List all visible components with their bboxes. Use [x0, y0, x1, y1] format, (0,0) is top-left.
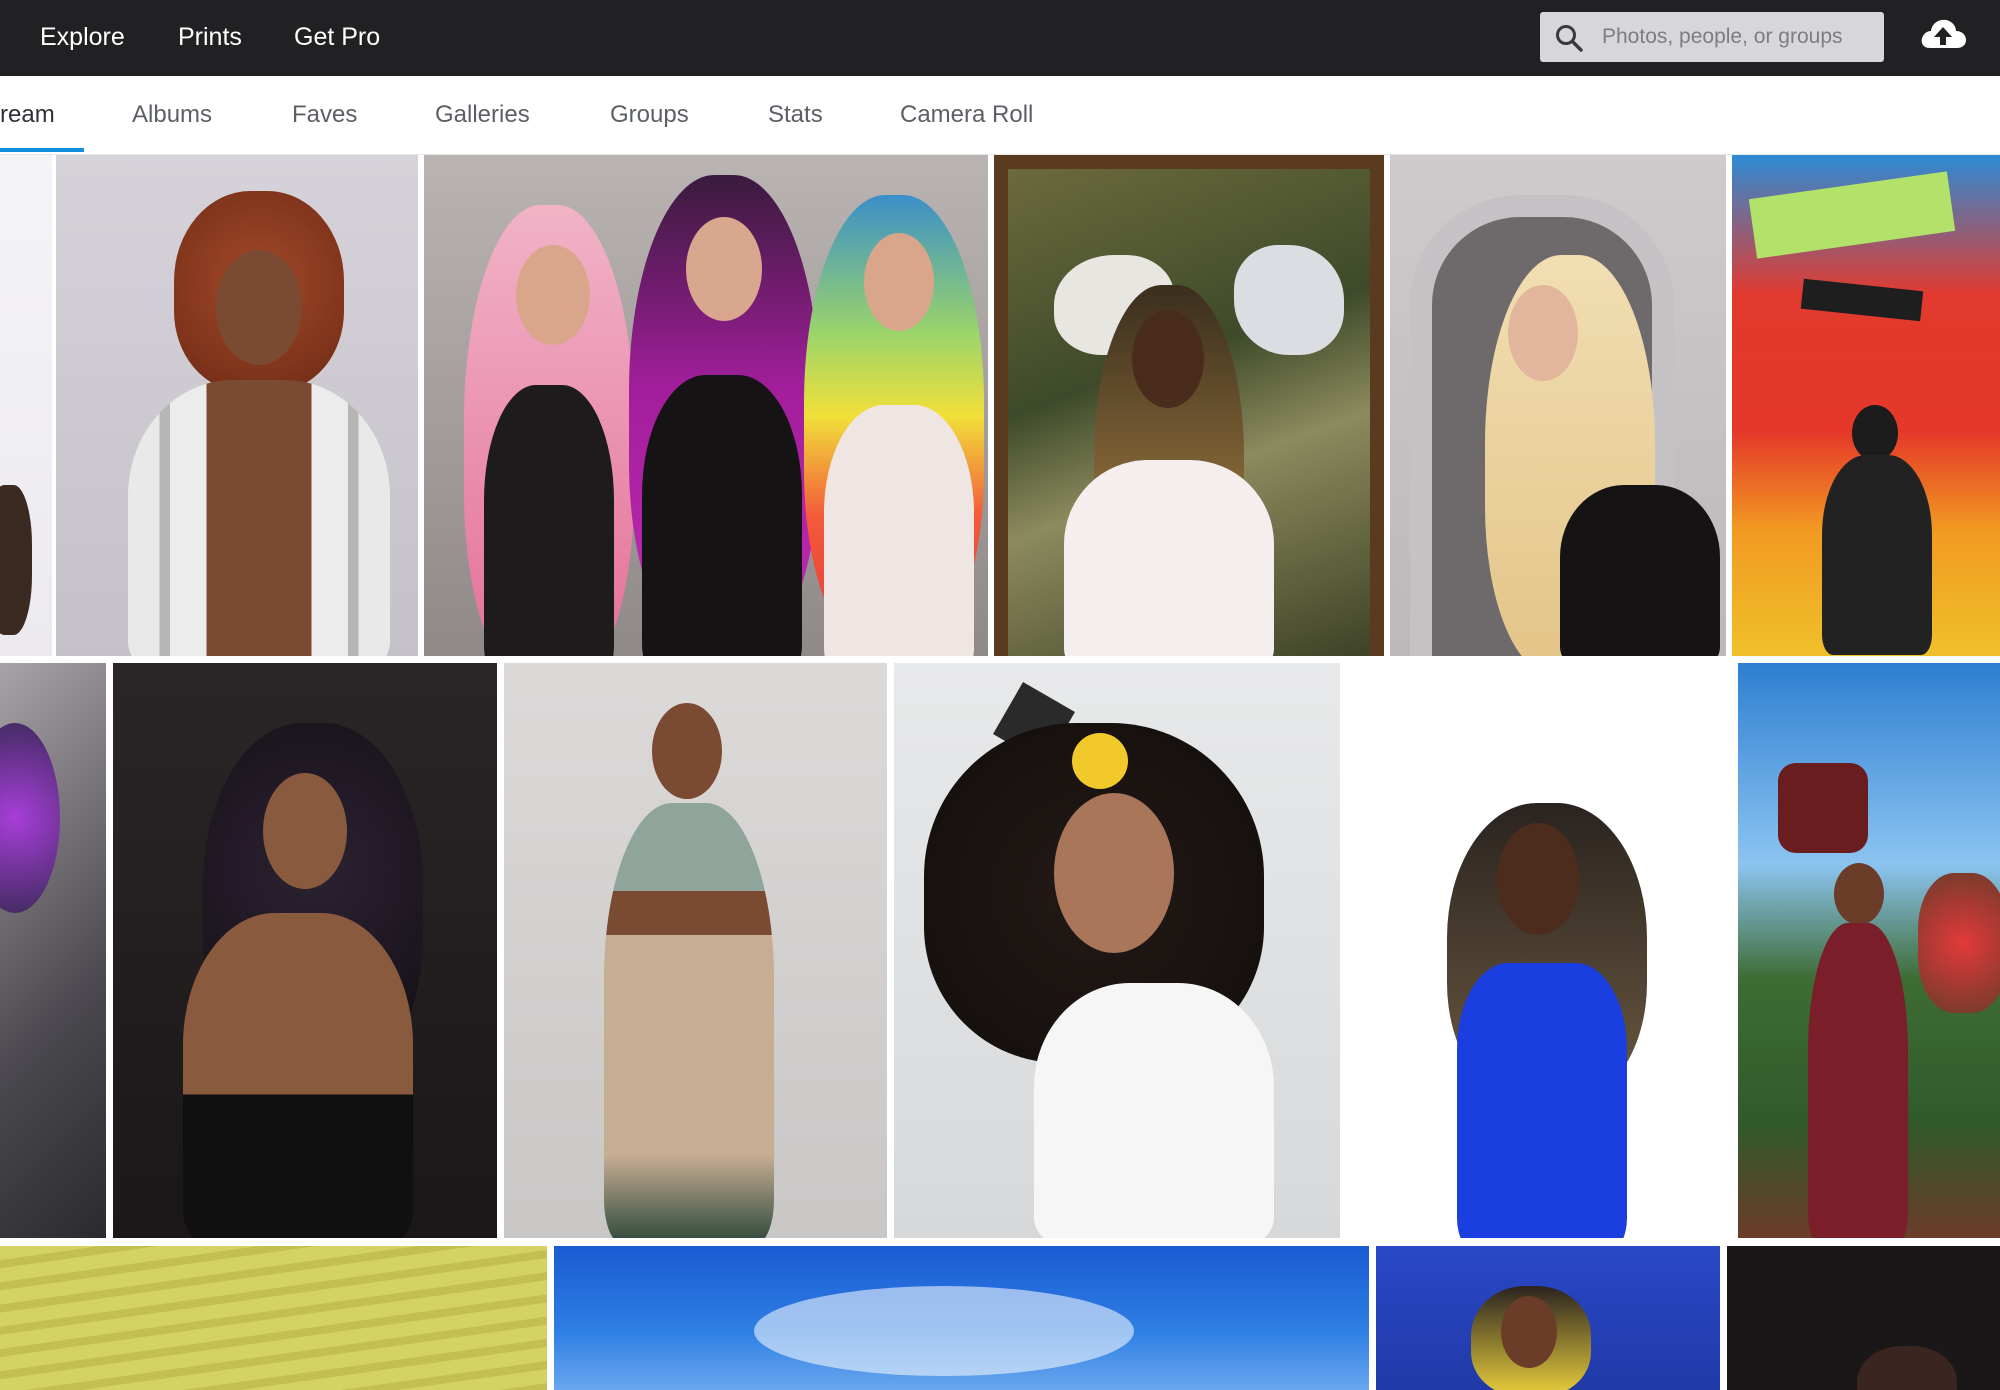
explore-link[interactable]: Explore [40, 22, 125, 52]
profile-tabs: ream Albums Faves Galleries Groups Stats… [0, 76, 2000, 155]
photo-thumbnail[interactable] [1376, 1246, 1720, 1390]
get-pro-link[interactable]: Get Pro [294, 22, 380, 52]
prints-link[interactable]: Prints [178, 22, 242, 52]
photo-thumbnail[interactable] [994, 155, 1384, 656]
photo-thumbnail[interactable] [1390, 155, 1726, 656]
tab-photostream[interactable]: ream [0, 100, 55, 130]
photo-thumbnail[interactable] [0, 1246, 547, 1390]
active-tab-indicator [0, 148, 84, 152]
photo-thumbnail[interactable] [554, 1246, 1369, 1390]
tab-groups[interactable]: Groups [610, 100, 689, 130]
photo-thumbnail[interactable] [113, 663, 497, 1238]
photo-thumbnail[interactable] [1727, 1246, 2000, 1390]
tab-faves[interactable]: Faves [292, 100, 357, 130]
photo-thumbnail[interactable] [0, 663, 106, 1238]
search-icon [1556, 25, 1583, 52]
photo-thumbnail[interactable] [1738, 663, 2000, 1238]
tab-albums[interactable]: Albums [132, 100, 212, 130]
photo-thumbnail[interactable] [0, 155, 52, 656]
tab-stats[interactable]: Stats [768, 100, 823, 130]
tab-galleries[interactable]: Galleries [435, 100, 530, 130]
photo-thumbnail[interactable] [894, 663, 1340, 1238]
photo-thumbnail[interactable] [1347, 663, 1731, 1238]
search-placeholder[interactable]: Photos, people, or groups [1602, 25, 1843, 49]
photo-thumbnail[interactable] [56, 155, 418, 656]
photo-thumbnail[interactable] [424, 155, 988, 656]
top-navigation-bar: Explore Prints Get Pro Photos, people, o… [0, 0, 2000, 76]
search-field[interactable]: Photos, people, or groups [1540, 12, 1884, 62]
photo-thumbnail[interactable] [504, 663, 887, 1238]
tab-camera-roll[interactable]: Camera Roll [900, 100, 1033, 130]
cloud-upload-icon[interactable] [1918, 14, 1968, 54]
photo-thumbnail[interactable] [1732, 155, 2000, 656]
